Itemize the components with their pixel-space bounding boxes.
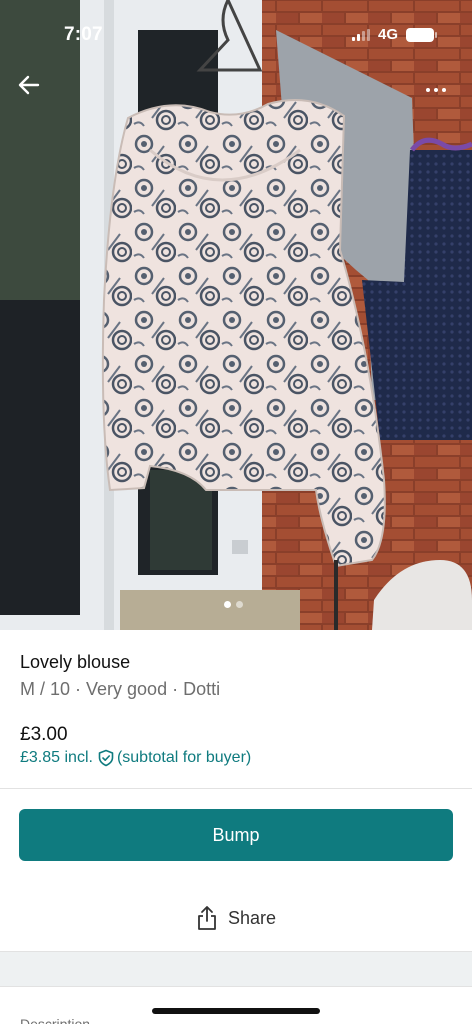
listing-price: £3.00 xyxy=(20,724,68,745)
network-label: 4G xyxy=(377,26,398,43)
listing-subtitle: M / 10 · Very good · Dotti xyxy=(20,679,221,699)
more-dots-icon xyxy=(426,88,430,92)
description-heading: Description xyxy=(20,1016,91,1024)
shield-check-icon xyxy=(98,749,114,767)
signal-icon xyxy=(351,28,370,41)
product-photo[interactable]: 7:07 4G xyxy=(0,0,472,630)
price-incl-note: (subtotal for buyer) xyxy=(116,749,252,766)
divider xyxy=(0,788,472,789)
pagination-dot-active xyxy=(224,601,231,608)
bump-button[interactable]: Bump xyxy=(19,809,453,861)
more-options-button[interactable] xyxy=(418,78,454,102)
home-indicator[interactable] xyxy=(152,1008,320,1014)
buyer-protection-price[interactable]: £3.85 incl. (subtotal for buyer) xyxy=(20,749,251,767)
back-button[interactable] xyxy=(18,74,50,106)
share-button[interactable]: Share xyxy=(0,898,472,938)
price-incl-amount: £3.85 incl. xyxy=(20,749,93,766)
status-bar: 7:07 4G xyxy=(0,0,472,60)
status-time: 7:07 xyxy=(64,24,103,45)
share-icon xyxy=(198,906,216,930)
section-separator xyxy=(0,951,472,987)
status-indicators: 4G xyxy=(351,26,437,43)
arrow-left-icon xyxy=(18,75,40,95)
pagination-dot xyxy=(236,601,243,608)
battery-icon xyxy=(406,27,437,42)
share-label: Share xyxy=(227,907,277,928)
listing-title: Lovely blouse xyxy=(20,652,131,672)
photo-pagination xyxy=(224,601,243,608)
product-photo-illustration xyxy=(0,0,472,630)
